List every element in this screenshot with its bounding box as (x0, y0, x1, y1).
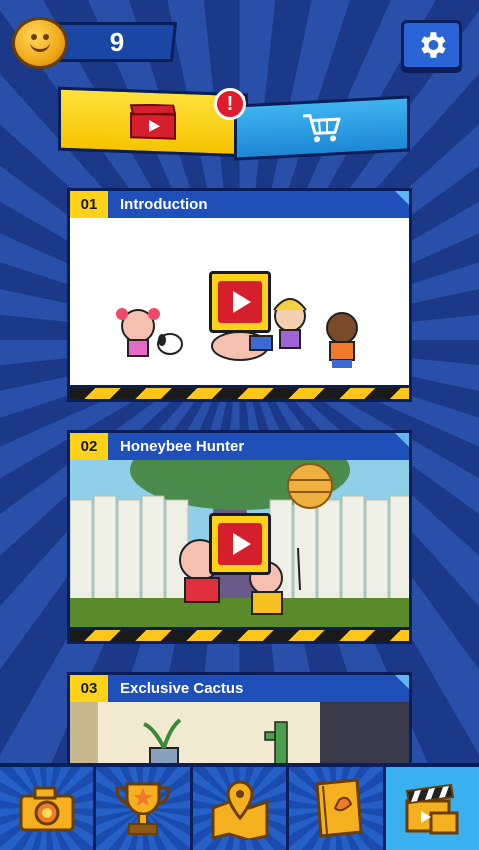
episode-title: Exclusive Cactus (120, 680, 244, 697)
play-icon (232, 532, 251, 555)
nav-trophy[interactable] (96, 767, 193, 850)
episode-thumbnail (67, 218, 412, 388)
episode-title: Honeybee Hunter (120, 438, 245, 455)
camera-icon (19, 786, 75, 831)
bottom-nav (0, 763, 479, 850)
map-pin-icon (211, 779, 269, 840)
episode-card[interactable]: 01 Introduction (67, 188, 412, 402)
shopping-cart-icon (303, 114, 341, 143)
coin-count: 9 (109, 27, 125, 57)
tab-shop[interactable] (234, 95, 410, 161)
blonde-girl-character (273, 298, 307, 349)
episode-card[interactable]: 02 Honeybee Hunter (67, 430, 412, 644)
episode-number: 03 (70, 675, 108, 702)
clapperboard-icon (129, 103, 177, 140)
settings-button[interactable] (401, 20, 462, 70)
nav-camera[interactable] (0, 767, 97, 850)
trophy-icon (115, 782, 171, 835)
episode-thumbnail (67, 460, 412, 630)
episode-card[interactable]: 03 Exclusive Cactus (67, 672, 412, 772)
hazard-stripe (67, 388, 412, 402)
episode-header: 03 Exclusive Cactus (67, 672, 412, 702)
girl-character (116, 308, 160, 357)
episode-number: 01 (70, 191, 108, 218)
play-button[interactable] (208, 512, 271, 575)
episode-thumbnail (67, 702, 412, 772)
episode-number: 02 (70, 433, 108, 460)
dog-character (157, 333, 183, 355)
episode-title: Introduction (120, 196, 208, 213)
notification-badge: ! (214, 88, 246, 120)
play-button[interactable] (208, 270, 271, 333)
nav-map[interactable] (192, 767, 290, 850)
nav-book[interactable] (289, 767, 386, 850)
cactus-scene (70, 702, 409, 769)
clapperboard-icon (405, 783, 459, 834)
nav-videos[interactable] (385, 767, 479, 850)
book-icon (315, 777, 363, 838)
play-icon (232, 290, 251, 313)
episode-header: 02 Honeybee Hunter (67, 430, 412, 460)
lying-boy-character (211, 331, 273, 361)
episode-header: 01 Introduction (67, 188, 412, 218)
dark-boy-character (326, 312, 358, 368)
coin-icon (12, 17, 68, 69)
gear-icon (420, 32, 446, 58)
hazard-stripe (67, 630, 412, 644)
